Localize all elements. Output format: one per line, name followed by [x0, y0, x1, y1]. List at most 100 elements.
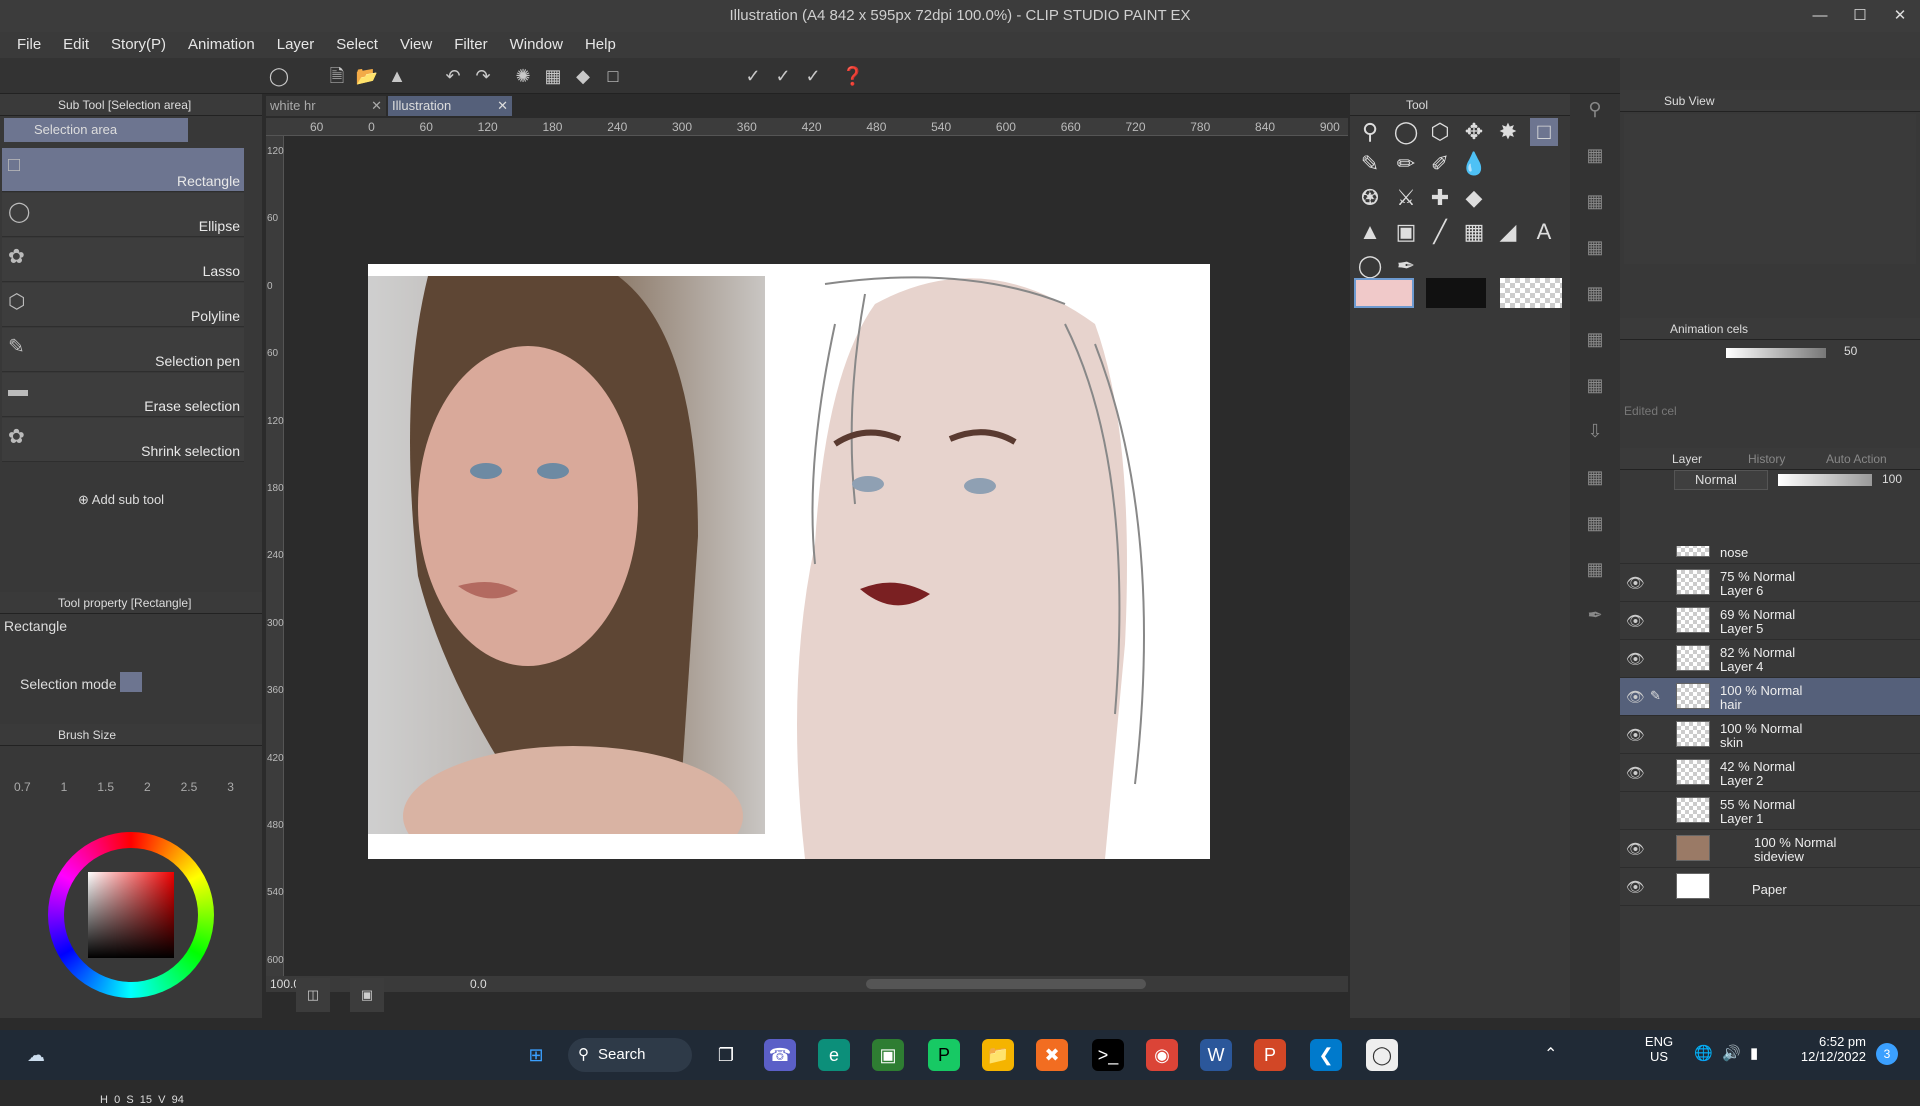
eye-icon[interactable]: 👁 — [1626, 878, 1645, 896]
close-icon[interactable]: ✕ — [371, 96, 382, 116]
menu-file[interactable]: File — [6, 32, 52, 58]
undo-icon[interactable]: ↶ — [440, 64, 466, 88]
gradient-icon[interactable]: ▣ — [1392, 218, 1420, 246]
grid-icon[interactable]: ▦ — [1580, 554, 1610, 584]
volume-icon[interactable]: 🔊 — [1722, 1044, 1741, 1062]
brush-icon[interactable]: 💧 — [1460, 150, 1488, 178]
eye-icon[interactable]: 👁 — [1626, 612, 1645, 630]
layer-property-icon[interactable]: ▣ — [350, 978, 384, 1012]
close-button[interactable]: ✕ — [1880, 0, 1920, 32]
horizontal-scrollbar[interactable] — [866, 979, 1146, 989]
tab-layer[interactable]: Layer — [1672, 448, 1702, 470]
menu-view[interactable]: View — [389, 32, 443, 58]
chrome-icon[interactable]: ◉ — [1146, 1039, 1178, 1071]
terminal-icon[interactable]: >_ — [1092, 1039, 1124, 1071]
layer-row[interactable]: 👁 69 % Normal Layer 5 — [1620, 602, 1920, 640]
material-icon[interactable]: ▦ — [1580, 140, 1610, 170]
help-icon[interactable]: ❓ — [840, 64, 866, 88]
grid-icon[interactable]: ▦ — [1580, 462, 1610, 492]
brush-size-value[interactable]: 1 — [61, 780, 68, 794]
brush-size-value[interactable]: 2.5 — [181, 780, 198, 794]
brush-size-value[interactable]: 2 — [144, 780, 151, 794]
zoom-icon[interactable]: ⚲ — [1356, 118, 1384, 146]
eye-icon[interactable]: 👁 — [1626, 764, 1645, 782]
subtool-selection-pen[interactable]: ✎ Selection pen — [2, 328, 244, 372]
eye-icon[interactable]: 👁 — [1626, 574, 1645, 592]
fill-icon[interactable]: ▲ — [1356, 218, 1384, 246]
auto-select-icon[interactable]: ✸ — [1494, 118, 1522, 146]
subtool-polyline[interactable]: ⬡ Polyline — [2, 283, 244, 327]
tray-chevron-icon[interactable]: ⌃ — [1544, 1044, 1557, 1064]
eyedropper-icon[interactable]: ✎ — [1356, 150, 1384, 178]
brush-size-value[interactable]: 3 — [227, 780, 234, 794]
brush-size-value[interactable]: 1.5 — [97, 780, 114, 794]
clear-icon[interactable]: ✺ — [510, 64, 536, 88]
tab-history[interactable]: History — [1748, 448, 1785, 470]
pencil-icon[interactable]: ✐ — [1426, 150, 1454, 178]
file-explorer-icon[interactable]: 📁 — [982, 1039, 1014, 1071]
layer-row[interactable]: 👁 82 % Normal Layer 4 — [1620, 640, 1920, 678]
start-icon[interactable]: ⊞ — [520, 1039, 552, 1071]
layer-row-selected[interactable]: 👁 ✎ 100 % Normal hair — [1620, 678, 1920, 716]
menu-window[interactable]: Window — [499, 32, 574, 58]
material-icon[interactable]: ▦ — [1580, 186, 1610, 216]
canvas-page[interactable] — [368, 264, 1210, 886]
save-icon[interactable]: ▲ — [384, 64, 410, 88]
selection-area-group[interactable]: Selection area — [4, 118, 188, 142]
sub-color-chip[interactable] — [1426, 278, 1486, 308]
tab-auto-action[interactable]: Auto Action — [1826, 448, 1887, 470]
minimize-button[interactable]: — — [1800, 0, 1840, 32]
subtool-shrink-selection[interactable]: ✿ Shrink selection — [2, 418, 244, 462]
menu-layer[interactable]: Layer — [266, 32, 326, 58]
edge-icon[interactable]: e — [818, 1039, 850, 1071]
eye-icon[interactable]: 👁 — [1626, 688, 1645, 706]
battery-icon[interactable]: ▮ — [1750, 1044, 1758, 1062]
cel-opacity-value[interactable]: 50 — [1844, 344, 1857, 358]
text-icon[interactable]: A — [1530, 218, 1558, 246]
language-indicator[interactable]: ENG US — [1642, 1034, 1676, 1064]
layer-opacity-value[interactable]: 100 — [1882, 472, 1902, 486]
material-icon[interactable]: ▦ — [1580, 278, 1610, 308]
layer-opacity-slider[interactable] — [1778, 474, 1872, 486]
pen-icon[interactable]: ✏ — [1392, 150, 1420, 178]
add-sub-tool-button[interactable]: ⊕ Add sub tool — [78, 492, 164, 508]
snap-grid-icon[interactable]: ✓ — [800, 64, 826, 88]
new-file-icon[interactable]: 🗎 — [324, 64, 350, 88]
sub-view-area[interactable] — [1624, 114, 1916, 264]
download-icon[interactable]: ⇩ — [1580, 416, 1610, 446]
layer-row[interactable]: nose — [1620, 546, 1920, 564]
frame-icon[interactable]: ▦ — [1460, 218, 1488, 246]
saturation-value-square[interactable] — [88, 872, 174, 958]
layer-row[interactable]: 👁 100 % Normal skin — [1620, 716, 1920, 754]
maximize-button[interactable]: ☐ — [1840, 0, 1880, 32]
menu-animation[interactable]: Animation — [177, 32, 266, 58]
layer-row[interactable]: 👁 Paper — [1620, 868, 1920, 906]
eye-icon[interactable]: 👁 — [1626, 840, 1645, 858]
snap-ruler-icon[interactable]: ✓ — [740, 64, 766, 88]
tab-white-hr[interactable]: white hr ✕ — [266, 96, 386, 116]
subtool-lasso[interactable]: ✿ Lasso — [2, 238, 244, 282]
csp-logo-icon[interactable]: ◯ — [266, 64, 292, 88]
operation-icon[interactable]: ⬡ — [1426, 118, 1454, 146]
blend-icon[interactable]: ✚ — [1426, 184, 1454, 212]
brush-size-value[interactable]: 0.7 — [14, 780, 31, 794]
snap-special-icon[interactable]: ✓ — [770, 64, 796, 88]
selection-tool-icon[interactable]: □ — [1530, 118, 1558, 146]
menu-select[interactable]: Select — [325, 32, 389, 58]
material-icon[interactable]: ▦ — [1580, 232, 1610, 262]
layer-row[interactable]: 👁 100 % Normal sideview — [1620, 830, 1920, 868]
brush-icon[interactable]: ✒ — [1580, 600, 1610, 630]
eraser-icon[interactable]: ◆ — [1460, 184, 1488, 212]
fill-icon[interactable]: ▦ — [540, 64, 566, 88]
fill-bucket-icon[interactable]: ◆ — [570, 64, 596, 88]
pycharm-icon[interactable]: P — [928, 1039, 960, 1071]
subtool-erase-selection[interactable]: ▬ Erase selection — [2, 373, 244, 417]
blend-mode-select[interactable]: Normal — [1674, 470, 1768, 490]
notification-badge[interactable]: 3 — [1876, 1043, 1898, 1065]
menu-help[interactable]: Help — [574, 32, 627, 58]
ruler-icon[interactable]: ◢ — [1494, 218, 1522, 246]
balloon-icon[interactable]: ◯ — [1356, 252, 1384, 280]
teams-icon[interactable]: ☎ — [764, 1039, 796, 1071]
grid-icon[interactable]: ▦ — [1580, 508, 1610, 538]
vscode-icon[interactable]: ❮ — [1310, 1039, 1342, 1071]
